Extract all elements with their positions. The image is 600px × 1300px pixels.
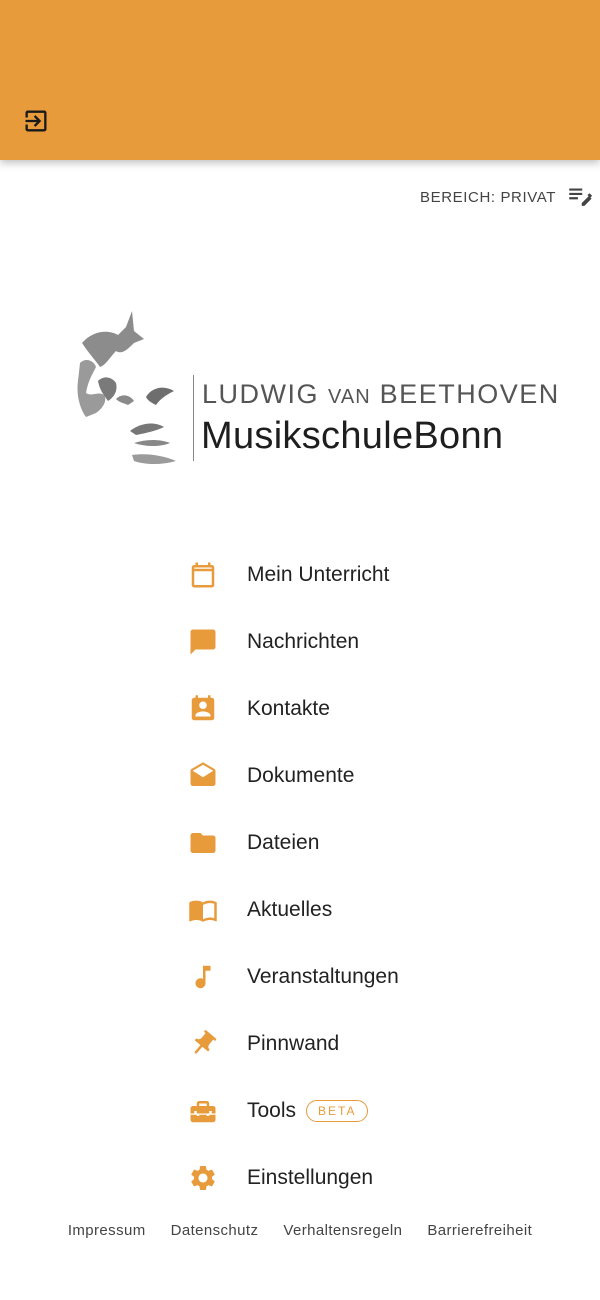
menu-label: Nachrichten (247, 629, 360, 653)
logo-word-van: VAN (328, 386, 371, 408)
school-logo: LUDWIG VAN BEETHOVEN MusikschuleBonn (70, 305, 558, 475)
logo-divider (193, 375, 194, 461)
calendar-icon (186, 558, 220, 592)
menu-item-pinnwand[interactable]: Pinnwand (186, 1010, 546, 1077)
main-menu: Mein Unterricht Nachrichten Kontakte Dok… (186, 541, 546, 1211)
menu-item-nachrichten[interactable]: Nachrichten (186, 608, 546, 675)
menu-item-veranstaltungen[interactable]: Veranstaltungen (186, 943, 546, 1010)
footer-link-verhaltensregeln[interactable]: Verhaltensregeln (283, 1222, 402, 1239)
menu-label: Veranstaltungen (247, 964, 399, 988)
toolbox-icon (186, 1094, 220, 1128)
menu-item-tools[interactable]: Tools BETA (186, 1077, 546, 1144)
footer-link-barrierefreiheit[interactable]: Barrierefreiheit (427, 1222, 532, 1239)
area-label: BEREICH: PRIVAT (420, 188, 556, 206)
logo-line-1: LUDWIG VAN BEETHOVEN (202, 379, 560, 410)
beta-badge: BETA (306, 1099, 369, 1122)
footer-links: Impressum Datenschutz Verhaltensregeln B… (0, 1222, 600, 1239)
menu-label: Dokumente (247, 763, 355, 787)
beethoven-portrait-logo (77, 311, 176, 464)
book-icon (186, 893, 220, 927)
contact-card-icon (186, 692, 220, 726)
footer-link-impressum[interactable]: Impressum (68, 1222, 146, 1239)
menu-label: Aktuelles (247, 897, 333, 921)
menu-item-mein-unterricht[interactable]: Mein Unterricht (186, 541, 546, 608)
menu-label: Kontakte (247, 696, 330, 720)
menu-label: Dateien (247, 830, 320, 854)
menu-label: Pinnwand (247, 1031, 340, 1055)
menu-item-dokumente[interactable]: Dokumente (186, 742, 546, 809)
edit-list-icon (566, 182, 592, 213)
menu-label: Tools (247, 1098, 297, 1122)
open-envelope-icon (186, 759, 220, 793)
logo-word-beethoven: BEETHOVEN (379, 379, 560, 409)
music-note-icon (186, 960, 220, 994)
menu-item-dateien[interactable]: Dateien (186, 809, 546, 876)
logout-button[interactable] (16, 103, 56, 143)
chat-bubble-icon (186, 625, 220, 659)
logo-word-musikschule: Musikschule (201, 415, 414, 457)
folder-icon (186, 826, 220, 860)
logo-line-2: MusikschuleBonn (201, 415, 503, 458)
menu-item-einstellungen[interactable]: Einstellungen (186, 1144, 546, 1211)
area-selector[interactable]: BEREICH: PRIVAT (420, 184, 592, 210)
logout-icon (22, 107, 50, 140)
menu-label: Einstellungen (247, 1165, 374, 1189)
gear-icon (186, 1161, 220, 1195)
pin-icon (186, 1027, 220, 1061)
menu-label: Mein Unterricht (247, 562, 390, 586)
app-bar (0, 0, 600, 160)
menu-item-aktuelles[interactable]: Aktuelles (186, 876, 546, 943)
logo-word-ludwig: LUDWIG (202, 379, 319, 409)
footer-link-datenschutz[interactable]: Datenschutz (171, 1222, 259, 1239)
menu-item-kontakte[interactable]: Kontakte (186, 675, 546, 742)
logo-word-bonn: Bonn (413, 415, 504, 457)
